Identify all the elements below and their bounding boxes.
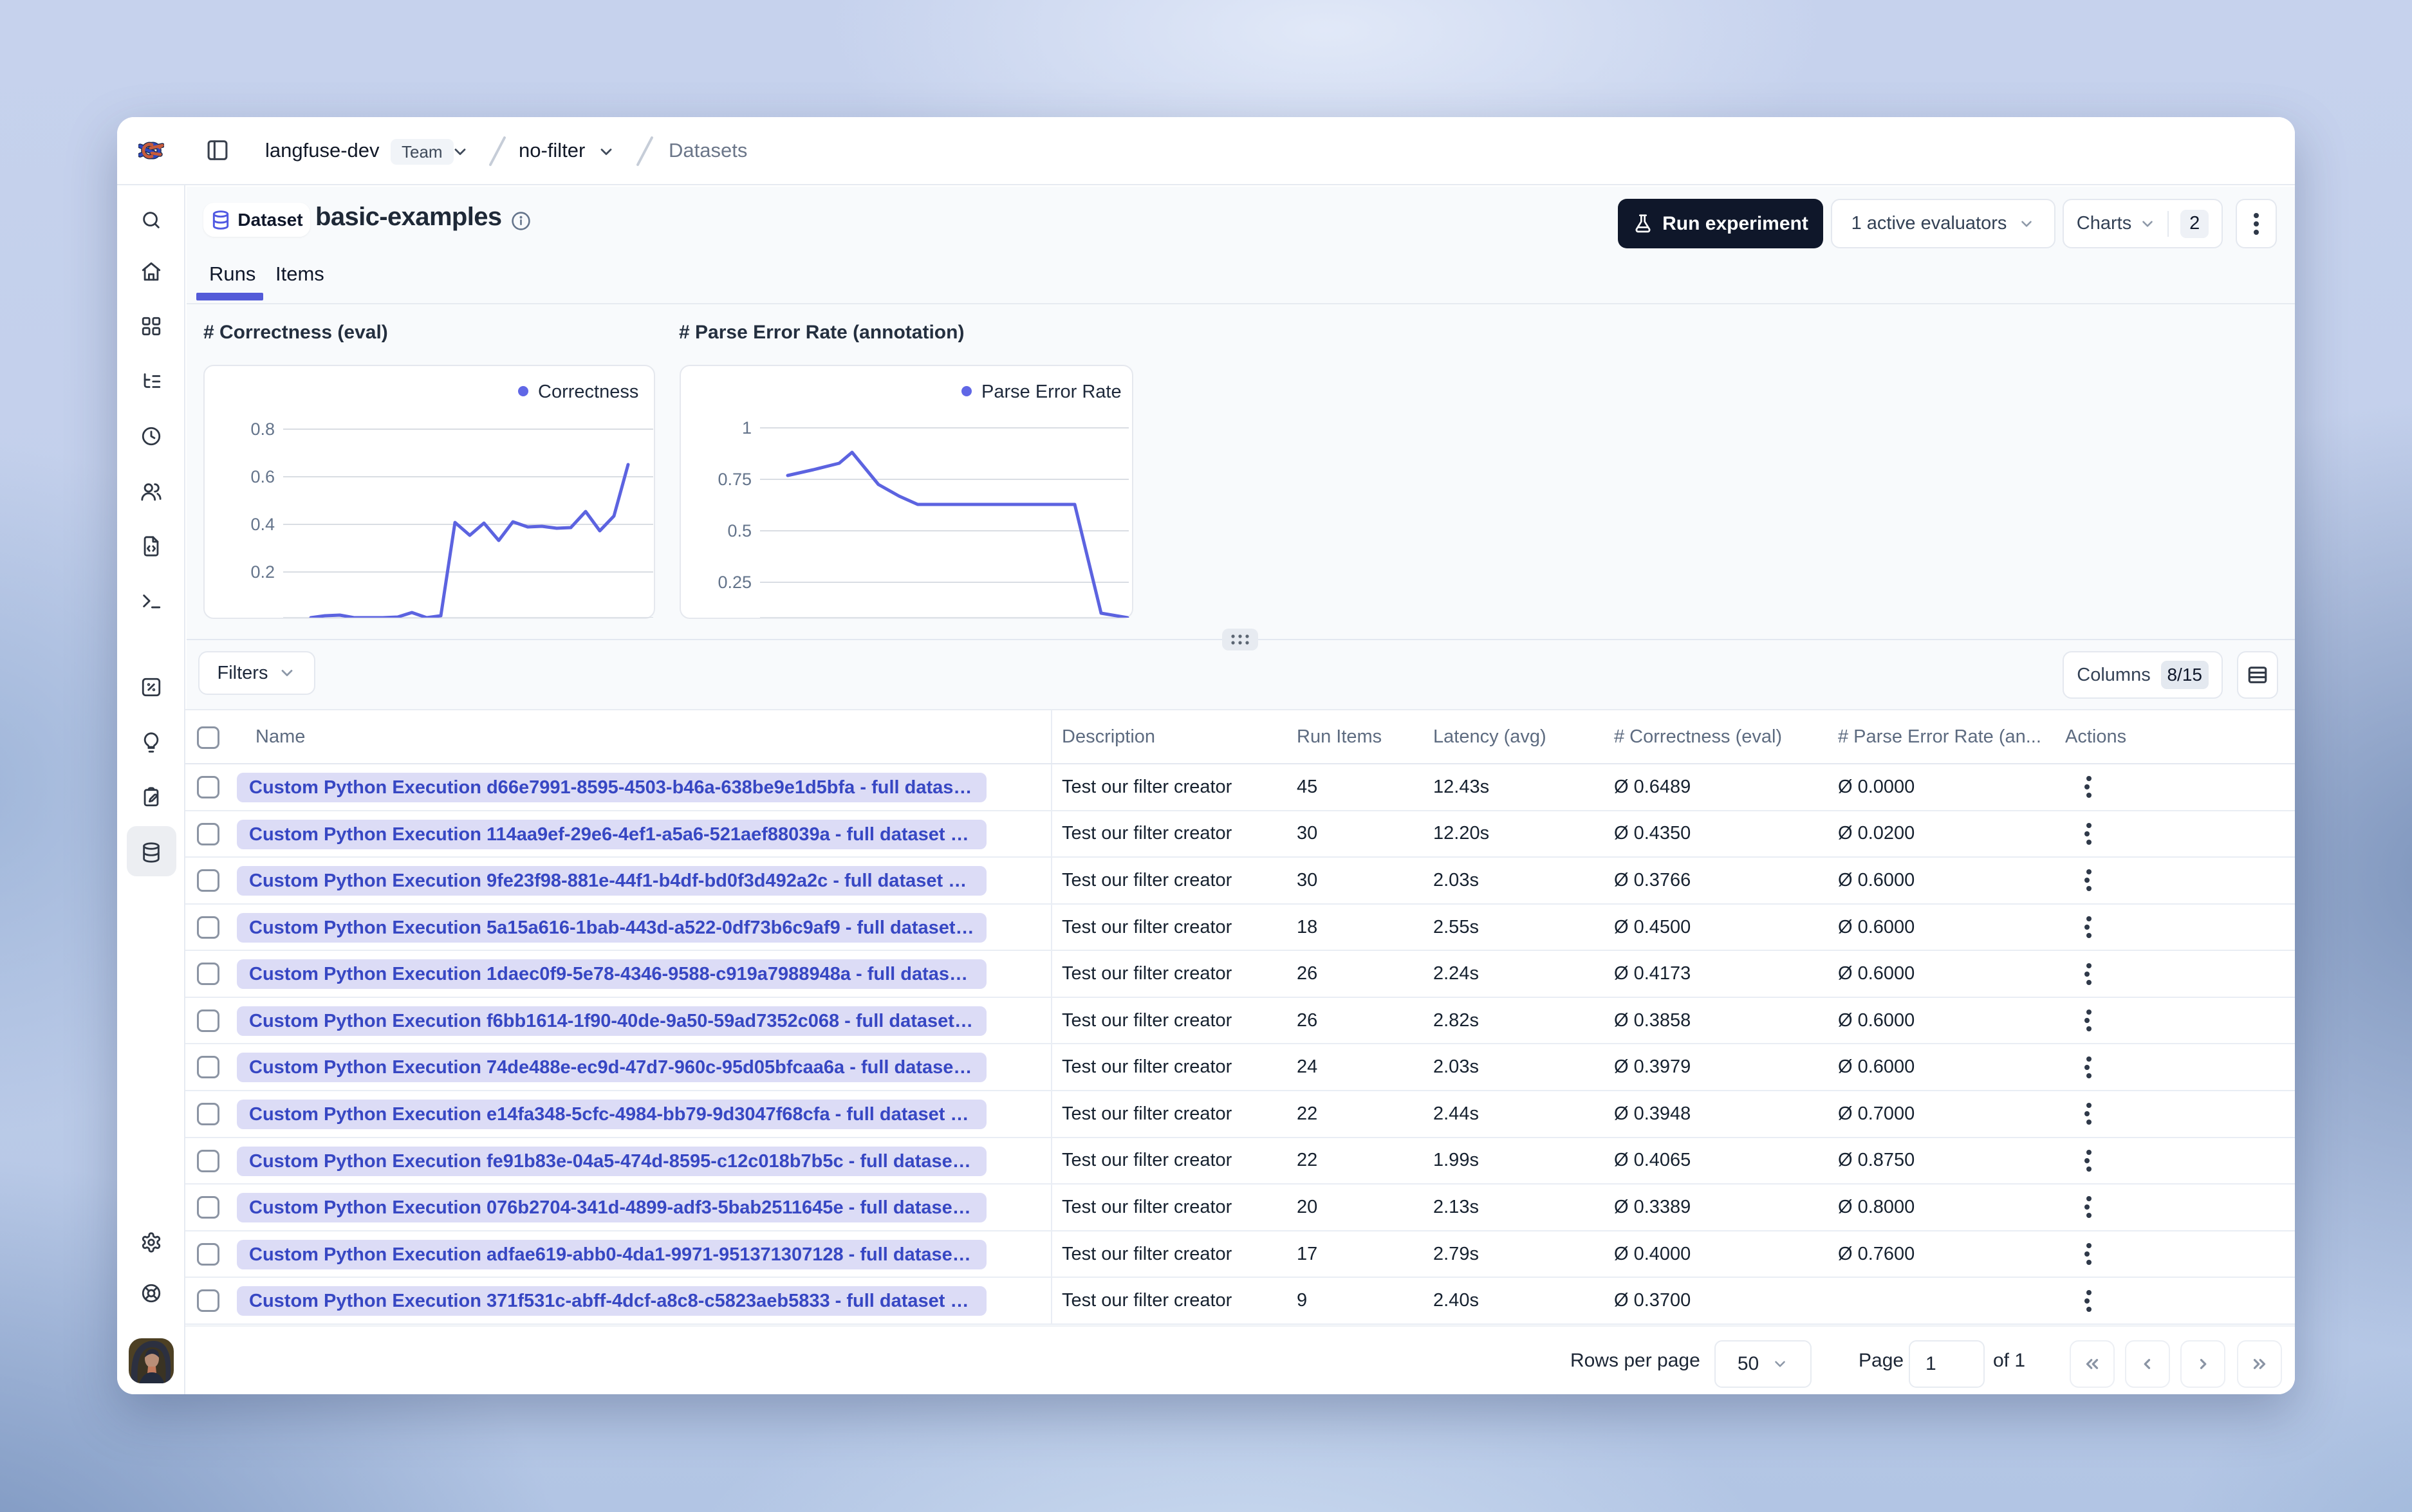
svg-text:1: 1 bbox=[742, 418, 752, 438]
svg-text:0.25: 0.25 bbox=[718, 573, 752, 592]
svg-text:0.6: 0.6 bbox=[250, 467, 275, 486]
svg-text:Parse Error Rate: Parse Error Rate bbox=[981, 382, 1122, 402]
svg-text:0.2: 0.2 bbox=[250, 562, 275, 582]
svg-text:0.8: 0.8 bbox=[250, 419, 275, 439]
svg-text:0.4: 0.4 bbox=[250, 515, 275, 534]
svg-text:0.5: 0.5 bbox=[727, 521, 752, 540]
svg-text:0.75: 0.75 bbox=[718, 470, 752, 489]
svg-text:Correctness: Correctness bbox=[538, 382, 638, 402]
